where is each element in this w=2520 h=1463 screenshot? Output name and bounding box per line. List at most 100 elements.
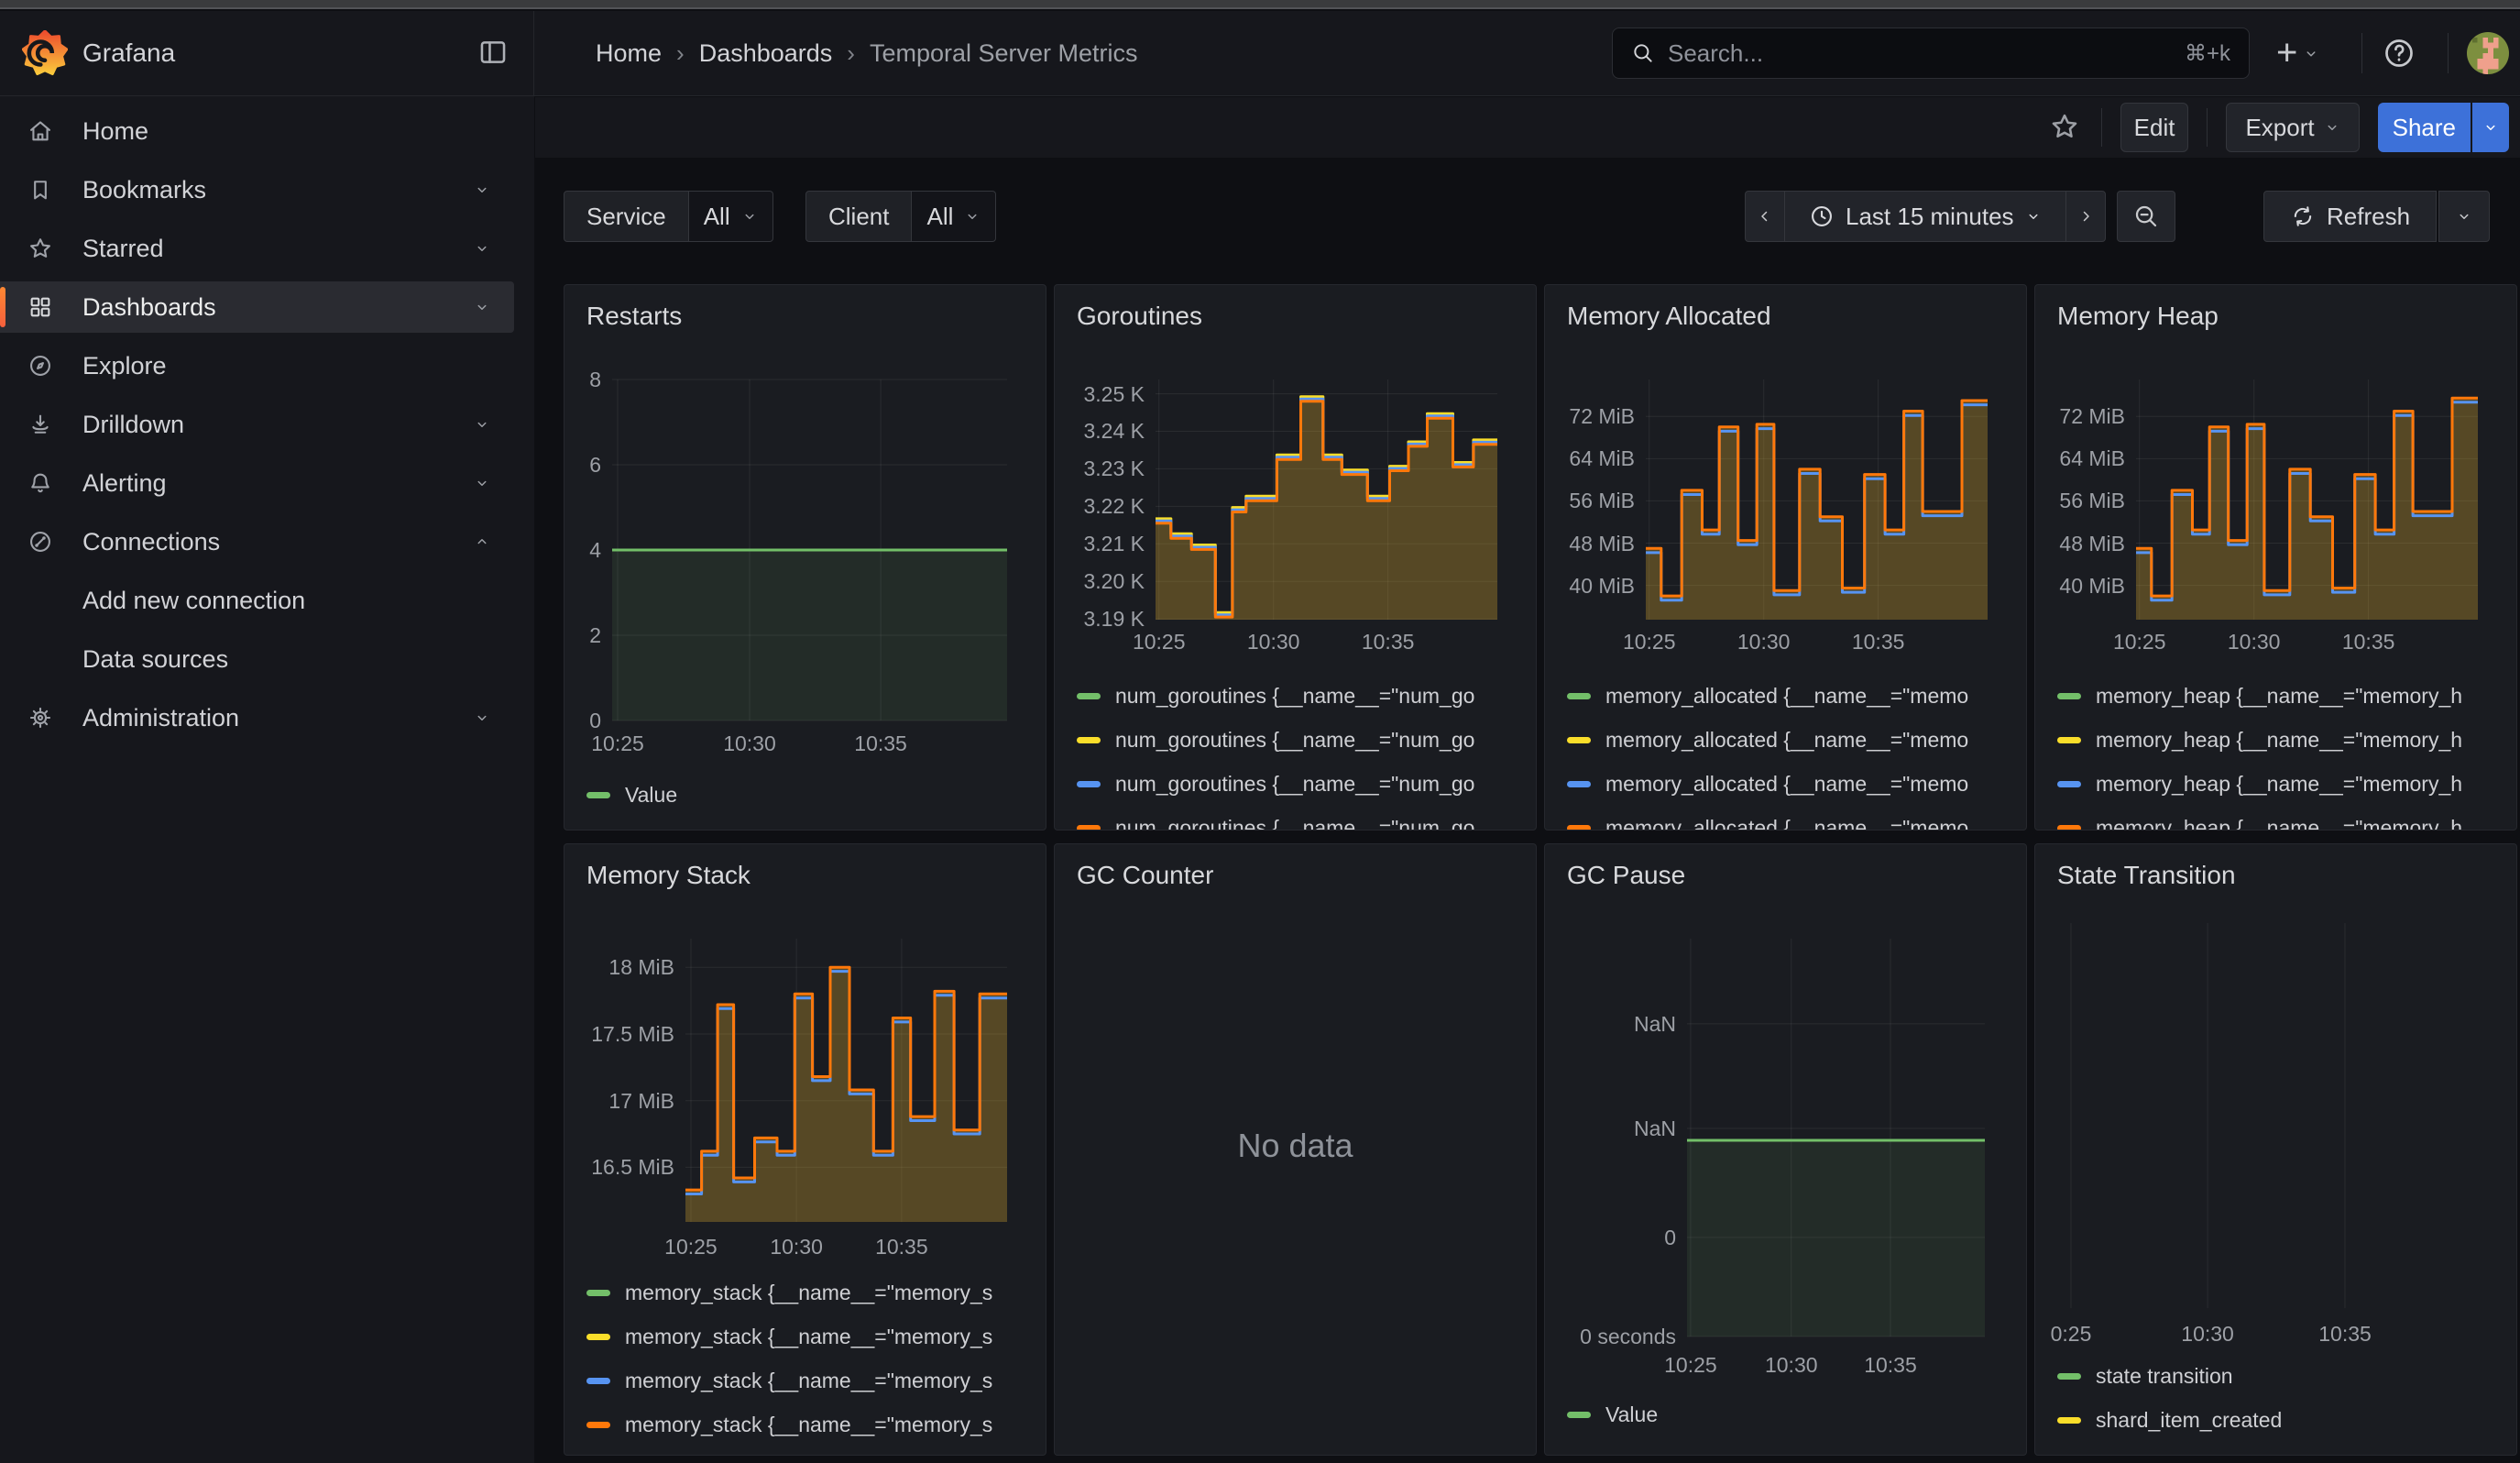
y-axis-tick: 64 MiB [1545, 446, 1635, 471]
sidebar-item-home[interactable]: Home [0, 105, 514, 157]
client-filter-value[interactable]: All [912, 191, 996, 242]
legend-label: Value [625, 783, 677, 808]
x-axis-tick: 10:35 [875, 1235, 928, 1260]
legend-item[interactable]: state transition [2057, 1354, 2511, 1398]
panel-title[interactable]: State Transition [2057, 861, 2236, 890]
legend-item[interactable]: shard_item_created [2057, 1398, 2511, 1442]
share-button[interactable]: Share [2378, 103, 2471, 152]
chart-plot[interactable] [2136, 380, 2478, 620]
legend-label: memory_heap {__name__="memory_h [2096, 772, 2462, 797]
legend-item[interactable]: num_goroutines {__name__="num_go [1077, 762, 1530, 806]
legend-item[interactable]: memory_allocated {__name__="memo [1567, 762, 2021, 806]
chart-plot[interactable] [1646, 380, 1988, 620]
time-shift-back-button[interactable] [1745, 191, 1785, 242]
sidebar-item-data-sources[interactable]: Data sources [0, 633, 514, 685]
header-brand-area: Grafana [0, 11, 534, 95]
edit-button[interactable]: Edit [2120, 103, 2189, 152]
bookmark-icon [27, 177, 53, 203]
sidebar-item-starred[interactable]: Starred [0, 223, 514, 274]
y-axis-tick: 8 [564, 367, 601, 392]
x-axis-tick: 10:30 [1247, 630, 1300, 654]
time-shift-forward-button[interactable] [2065, 191, 2106, 242]
export-button[interactable]: Export [2226, 103, 2359, 152]
legend-color-swatch [1567, 825, 1591, 830]
panel-memory-stack: Memory Stack 18 MiB17.5 MiB17 MiB16.5 Mi… [564, 843, 1046, 1456]
legend-item[interactable]: num_goroutines {__name__="num_go [1077, 674, 1530, 718]
legend-item[interactable]: memory_stack {__name__="memory_s [586, 1358, 1040, 1402]
sidebar-item-bookmarks[interactable]: Bookmarks [0, 164, 514, 215]
legend-label: memory_stack {__name__="memory_s [625, 1413, 992, 1437]
sidebar-item-connections[interactable]: Connections [0, 516, 514, 567]
legend-item[interactable]: memory_heap {__name__="memory_h [2057, 718, 2511, 762]
y-axis-tick: 56 MiB [1545, 488, 1635, 513]
sidebar-item-label: Data sources [82, 645, 228, 674]
x-axis-tick: 10:35 [1864, 1353, 1917, 1378]
x-axis-tick: 10:35 [1362, 630, 1415, 654]
panel-title[interactable]: Goroutines [1077, 302, 1202, 331]
share-options-button[interactable] [2472, 103, 2509, 152]
y-axis-tick: NaN [1545, 1116, 1676, 1141]
service-filter-value[interactable]: All [689, 191, 773, 242]
grafana-logo-icon[interactable] [22, 30, 68, 76]
add-new-button[interactable]: + [2276, 33, 2319, 74]
y-axis-tick: 3.20 K [1055, 568, 1145, 594]
brand-title: Grafana [82, 38, 175, 68]
breadcrumb: Home › Dashboards › Temporal Server Metr… [596, 11, 1138, 95]
chevron-down-icon [2482, 119, 2499, 136]
panel-title[interactable]: Memory Stack [586, 861, 751, 890]
legend-item[interactable]: memory_allocated {__name__="memo [1567, 674, 2021, 718]
refresh-interval-button[interactable] [2438, 191, 2490, 242]
breadcrumb-home[interactable]: Home [596, 39, 662, 68]
sidebar-toggle-icon[interactable] [475, 35, 511, 72]
avatar[interactable] [2467, 32, 2509, 74]
legend-item[interactable]: memory_heap {__name__="memory_h [2057, 762, 2511, 806]
y-axis-tick: 17 MiB [564, 1088, 674, 1114]
legend-item[interactable]: memory_allocated {__name__="memo [1567, 806, 2021, 830]
sidebar-item-drilldown[interactable]: Drilldown [0, 399, 514, 450]
chart-plot[interactable] [612, 380, 1007, 720]
clock-icon [1809, 204, 1835, 229]
legend-item[interactable]: memory_heap {__name__="memory_h [2057, 806, 2511, 830]
chart-plot[interactable] [2071, 923, 2479, 1308]
y-axis-tick: 0 [1545, 1225, 1676, 1250]
time-range-picker[interactable]: Last 15 minutes [1785, 191, 2065, 242]
legend-item[interactable]: Value [586, 773, 1040, 817]
panel-title[interactable]: Restarts [586, 302, 682, 331]
refresh-button[interactable]: Refresh [2263, 191, 2437, 242]
legend-item[interactable]: memory_stack {__name__="memory_s [586, 1402, 1040, 1446]
sidebar-item-explore[interactable]: Explore [0, 340, 514, 391]
panel-title[interactable]: GC Counter [1077, 861, 1213, 890]
panel-title[interactable]: Memory Allocated [1567, 302, 1771, 331]
zoom-out-button[interactable] [2117, 191, 2175, 242]
search-input[interactable]: Search... ⌘+k [1612, 28, 2250, 79]
legend-item[interactable]: memory_stack {__name__="memory_s [586, 1270, 1040, 1314]
x-axis-tick: 10:35 [1852, 630, 1905, 654]
legend-item[interactable]: Value [1567, 1392, 2021, 1436]
chart-plot[interactable] [685, 939, 1007, 1222]
sidebar-item-label: Starred [82, 235, 164, 263]
y-axis-tick: 48 MiB [1545, 531, 1635, 556]
sidebar-item-administration[interactable]: Administration [0, 692, 514, 743]
chart-plot[interactable] [1156, 380, 1497, 620]
legend-item[interactable]: num_goroutines {__name__="num_go [1077, 718, 1530, 762]
breadcrumb-dashboards[interactable]: Dashboards [699, 39, 833, 68]
help-icon[interactable] [2383, 37, 2416, 70]
legend-item[interactable]: memory_heap {__name__="memory_h [2057, 674, 2511, 718]
legend-item[interactable]: memory_stack {__name__="memory_s [586, 1314, 1040, 1358]
chart-plot[interactable] [1687, 939, 1985, 1336]
legend-item[interactable]: num_goroutines {__name__="num_go [1077, 806, 1530, 830]
sidebar-item-alerting[interactable]: Alerting [0, 457, 514, 509]
sidebar-item-add-new-connection[interactable]: Add new connection [0, 575, 514, 626]
header-divider [2448, 33, 2449, 73]
x-axis-tick: 10:25 [1623, 630, 1676, 654]
legend-color-swatch [2057, 1417, 2081, 1424]
panel-title[interactable]: GC Pause [1567, 861, 1685, 890]
panel-title[interactable]: Memory Heap [2057, 302, 2219, 331]
zoom-out-icon [2132, 203, 2160, 230]
legend-color-swatch [1567, 737, 1591, 743]
legend-item[interactable]: memory_allocated {__name__="memo [1567, 718, 2021, 762]
legend-label: num_goroutines {__name__="num_go [1115, 772, 1474, 797]
sidebar-item-dashboards[interactable]: Dashboards [0, 281, 514, 333]
time-range-controls: Last 15 minutes [1745, 191, 2175, 242]
favorite-star-icon[interactable] [2046, 109, 2083, 146]
